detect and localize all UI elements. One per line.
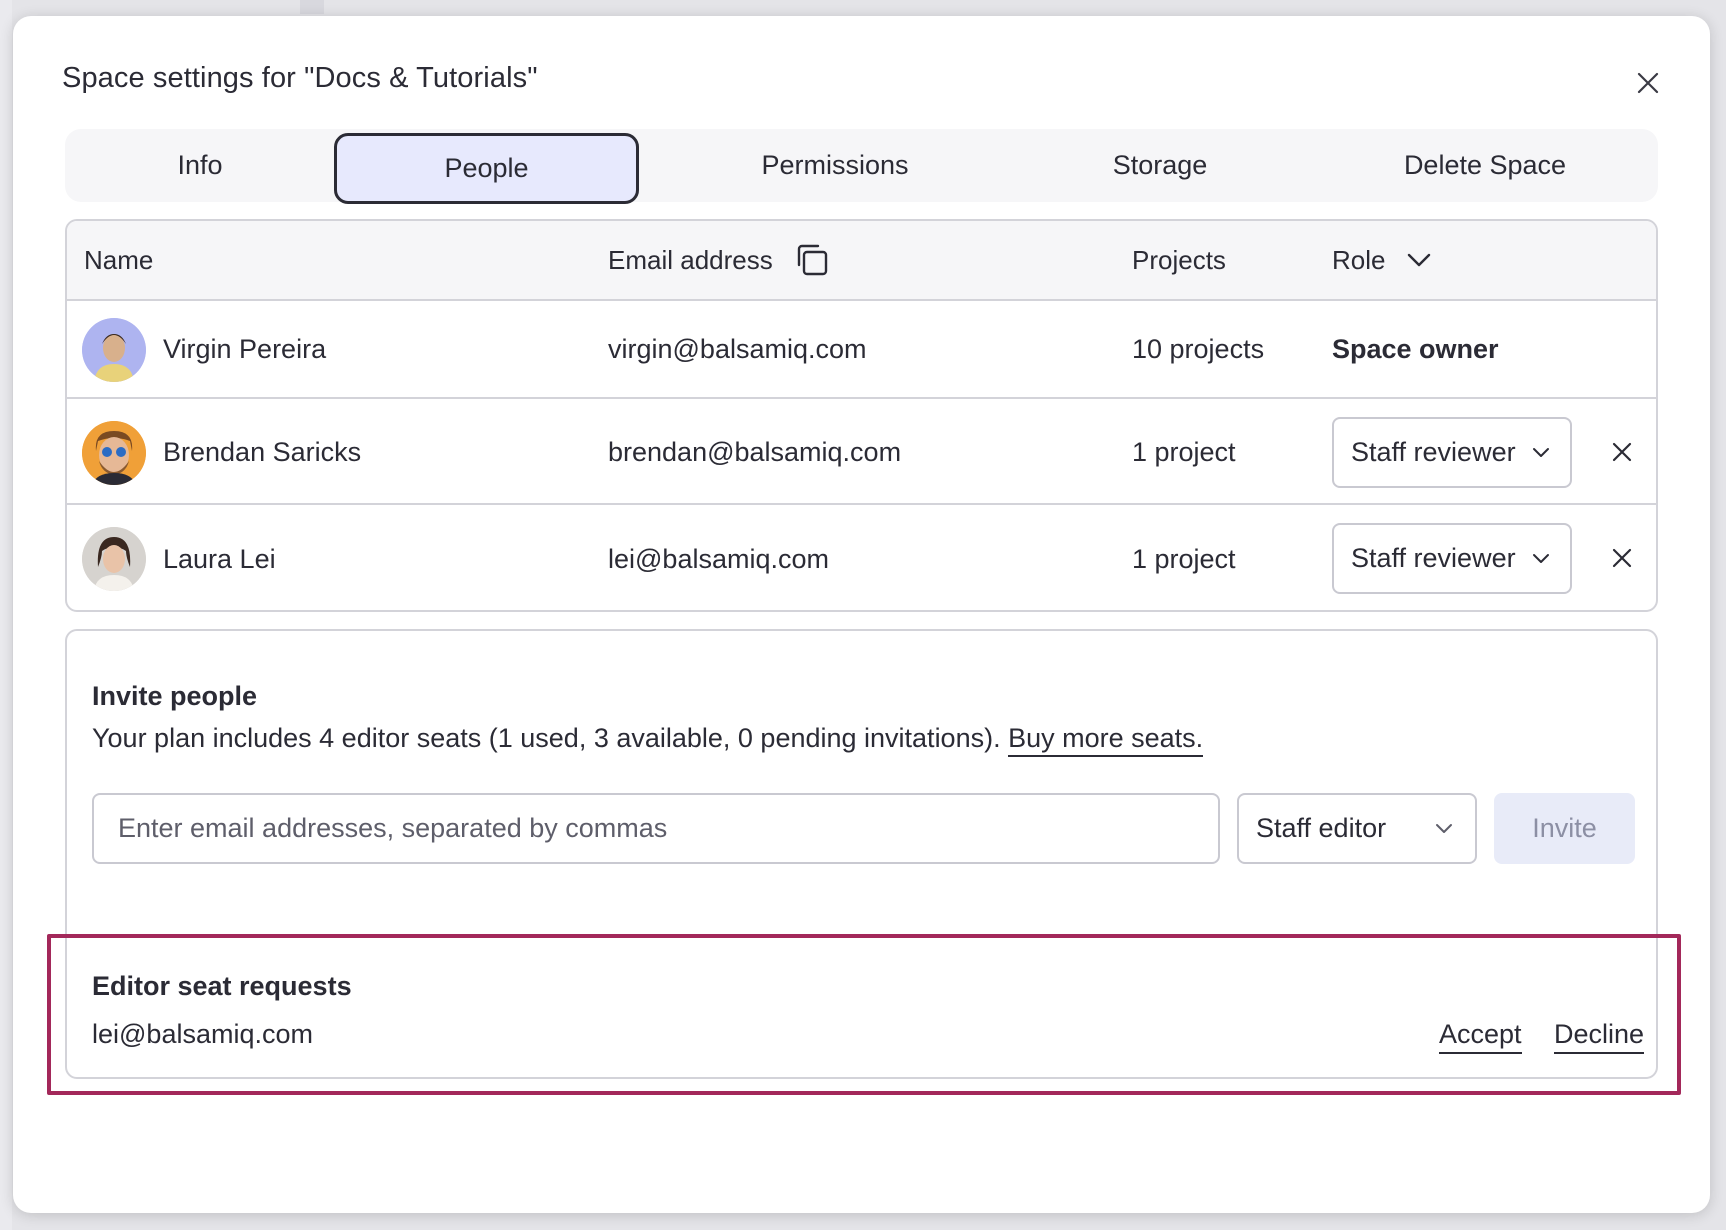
column-header-projects: Projects xyxy=(1132,244,1226,275)
person-name: Brendan Saricks xyxy=(163,436,362,467)
person-role: Space owner xyxy=(1332,333,1499,364)
tab-info[interactable]: Info xyxy=(65,129,335,202)
person-email: lei@balsamiq.com xyxy=(608,543,829,574)
close-icon xyxy=(1612,548,1632,568)
tab-permissions[interactable]: Permissions xyxy=(685,129,985,202)
column-header-role[interactable]: Role xyxy=(1332,221,1431,299)
remove-member-button[interactable] xyxy=(1607,543,1637,573)
person-projects: 10 projects xyxy=(1132,333,1265,364)
person-email: brendan@balsamiq.com xyxy=(608,436,902,467)
decline-request-link[interactable]: Decline xyxy=(1554,1019,1645,1054)
settings-tabs: Info People Permissions Storage Delete S… xyxy=(65,129,1658,204)
person-email: virgin@balsamiq.com xyxy=(608,333,867,364)
column-header-role-label: Role xyxy=(1332,244,1386,275)
invite-title: Invite people xyxy=(92,681,258,711)
close-icon xyxy=(1612,442,1632,462)
avatar xyxy=(82,318,146,382)
copy-icon xyxy=(797,244,827,276)
person-projects: 1 project xyxy=(1132,436,1236,467)
chevron-down-icon xyxy=(1408,253,1431,267)
chevron-down-icon xyxy=(1533,554,1549,563)
table-row: Laura Lei lei@balsamiq.com 1 project Sta… xyxy=(67,507,1656,610)
table-header: Name Email address Projects Role xyxy=(67,221,1656,301)
invite-description: Your plan includes 4 editor seats (1 use… xyxy=(92,723,1204,757)
copy-emails-button[interactable] xyxy=(793,241,831,279)
role-select-value: Staff reviewer xyxy=(1351,543,1516,573)
role-select[interactable]: Staff reviewer xyxy=(1332,523,1572,594)
column-header-email: Email address xyxy=(608,221,831,299)
invite-role-select[interactable]: Staff editor xyxy=(1237,793,1477,864)
people-table: Name Email address Projects Role Virgin … xyxy=(65,219,1658,612)
space-settings-dialog: Space settings for "Docs & Tutorials" In… xyxy=(13,16,1710,1213)
tab-delete-space[interactable]: Delete Space xyxy=(1340,129,1630,202)
person-name: Laura Lei xyxy=(163,543,276,574)
background-app xyxy=(0,0,12,1230)
invite-panel: Invite people Your plan includes 4 edito… xyxy=(65,629,1658,1079)
role-select-value: Staff reviewer xyxy=(1351,437,1516,467)
invite-role-value: Staff editor xyxy=(1256,813,1387,843)
remove-member-button[interactable] xyxy=(1607,437,1637,467)
person-name: Virgin Pereira xyxy=(163,333,327,364)
tab-storage[interactable]: Storage xyxy=(1025,129,1295,202)
seat-summary: Your plan includes 4 editor seats (1 use… xyxy=(92,723,1001,753)
column-header-email-label: Email address xyxy=(608,244,773,275)
table-row: Brendan Saricks brendan@balsamiq.com 1 p… xyxy=(67,401,1656,505)
person-projects: 1 project xyxy=(1132,543,1236,574)
tab-people[interactable]: People xyxy=(334,133,639,204)
invite-email-input[interactable] xyxy=(92,793,1220,864)
avatar xyxy=(82,527,146,591)
close-icon xyxy=(1637,72,1659,94)
buy-more-seats-link[interactable]: Buy more seats. xyxy=(1008,723,1204,757)
editor-seat-requests-title: Editor seat requests xyxy=(92,971,352,1001)
role-select[interactable]: Staff reviewer xyxy=(1332,417,1572,488)
chevron-down-icon xyxy=(1436,824,1452,833)
chevron-down-icon xyxy=(1533,448,1549,457)
dialog-title: Space settings for "Docs & Tutorials" xyxy=(62,62,538,94)
table-row: Virgin Pereira virgin@balsamiq.com 10 pr… xyxy=(67,301,1656,399)
accept-request-link[interactable]: Accept xyxy=(1439,1019,1522,1054)
invite-button[interactable]: Invite xyxy=(1494,793,1635,864)
avatar xyxy=(82,421,146,485)
column-header-name: Name xyxy=(84,244,154,275)
background-app-edge xyxy=(300,0,324,14)
request-email: lei@balsamiq.com xyxy=(92,1019,313,1049)
close-button[interactable] xyxy=(1631,66,1665,100)
